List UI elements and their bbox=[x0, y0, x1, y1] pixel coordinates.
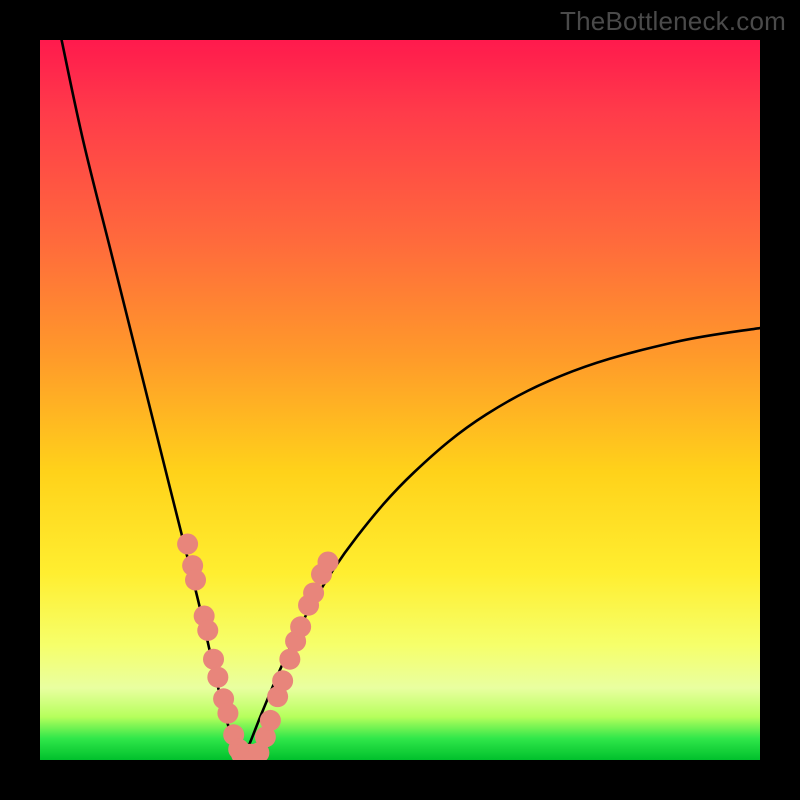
sample-dot bbox=[197, 620, 218, 641]
sample-dot bbox=[185, 570, 206, 591]
bottleneck-curve bbox=[62, 40, 760, 760]
sample-dot bbox=[260, 710, 281, 731]
watermark-text: TheBottleneck.com bbox=[560, 6, 786, 37]
chart-overlay-svg bbox=[40, 40, 760, 760]
sample-dot bbox=[217, 703, 238, 724]
chart-stage: TheBottleneck.com bbox=[0, 0, 800, 800]
sample-dot bbox=[279, 649, 300, 670]
sample-dot bbox=[272, 670, 293, 691]
sample-dot bbox=[177, 534, 198, 555]
sample-dot bbox=[318, 552, 339, 573]
sample-dot bbox=[203, 649, 224, 670]
sample-dot bbox=[303, 582, 324, 603]
sample-dot bbox=[290, 616, 311, 637]
sample-dot bbox=[207, 667, 228, 688]
